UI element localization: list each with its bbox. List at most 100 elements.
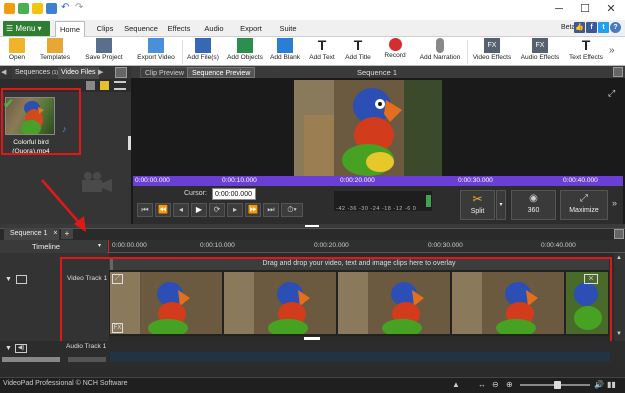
twitter-icon[interactable]: t <box>598 22 609 33</box>
collapse-audio-track-icon[interactable]: ▼ <box>5 345 12 352</box>
step-forward-button[interactable]: ▸ <box>227 203 243 217</box>
add-narration-button[interactable]: Add Narration <box>416 38 464 66</box>
new-folder-icon[interactable] <box>100 81 109 90</box>
tab-clip-preview[interactable]: Clip Preview <box>140 67 189 78</box>
video-preview <box>294 80 442 176</box>
tab-sequence[interactable]: Sequence <box>124 21 158 37</box>
export-video-button[interactable]: Export Video <box>134 38 178 66</box>
tab-audio[interactable]: Audio <box>202 21 226 37</box>
timeline-label: Timeline <box>32 242 61 251</box>
tab-suite[interactable]: Suite <box>277 21 299 37</box>
timeline-tick: 0:00:10.000 <box>200 242 235 249</box>
zoom-in-icon[interactable]: ⊕ <box>506 380 513 389</box>
add-files-button[interactable]: Add File(s) <box>185 38 221 66</box>
go-to-start-button[interactable]: ⏮ <box>137 203 153 217</box>
fit-timeline-icon[interactable]: ↔ <box>478 380 486 389</box>
export-video-icon <box>148 38 164 53</box>
pan-slider[interactable] <box>68 357 106 362</box>
meter-icon[interactable]: ▮▮ <box>607 380 616 389</box>
minimize-button[interactable]: ─ <box>548 2 570 16</box>
delete-icon[interactable] <box>86 81 95 90</box>
toolbar-overflow-icon[interactable]: » <box>609 45 615 56</box>
preview-title: Sequence 1 <box>357 68 398 77</box>
new-icon[interactable] <box>18 3 29 14</box>
split-button[interactable]: ✂ Split <box>460 190 495 220</box>
maximize-button[interactable]: ☐ <box>574 2 596 16</box>
collapse-track-icon[interactable]: ▼ <box>5 276 12 283</box>
bird-frame-image <box>294 80 442 176</box>
save-project-button[interactable]: Save Project <box>82 38 126 66</box>
templates-button[interactable]: Templates <box>36 38 74 66</box>
list-view-icon[interactable] <box>114 81 126 90</box>
360-label: 360 <box>527 207 540 214</box>
add-objects-button[interactable]: Add Objects <box>225 38 265 66</box>
panel-splitter[interactable] <box>128 136 131 150</box>
volume-slider[interactable] <box>2 357 60 362</box>
facebook-icon[interactable]: f <box>586 22 597 33</box>
add-files-icon <box>195 38 211 53</box>
menu-button[interactable]: ☰ Menu ▾ <box>3 21 50 36</box>
undock-icon[interactable] <box>115 67 127 78</box>
split-dropdown-button[interactable]: ▾ <box>496 190 506 220</box>
tab-sequence-preview[interactable]: Sequence Preview <box>187 67 256 78</box>
track-visibility-icon[interactable] <box>16 275 27 284</box>
text-effects-button[interactable]: T Text Effects <box>565 38 607 66</box>
next-frame-button[interactable]: ⏩ <box>245 203 261 217</box>
tab-effects[interactable]: Effects <box>165 21 193 37</box>
record-label: Record <box>384 52 406 59</box>
add-blank-button[interactable]: Add Blank <box>268 38 302 66</box>
close-button[interactable]: ✕ <box>600 2 622 16</box>
speaker-icon[interactable]: ◀) <box>15 344 27 353</box>
open-icon[interactable] <box>32 3 43 14</box>
save-icon[interactable] <box>46 3 57 14</box>
record-button[interactable]: Record <box>380 38 410 66</box>
divider-grip[interactable] <box>305 225 319 227</box>
speed-button[interactable]: ⏱▾ <box>281 203 303 217</box>
add-title-label: Add Title <box>345 54 371 61</box>
zoom-slider[interactable] <box>520 381 590 389</box>
zoom-out-icon[interactable]: ⊖ <box>492 380 499 389</box>
maximize-icon: ⤢ <box>580 193 588 204</box>
scroll-down-icon[interactable]: ▼ <box>616 331 622 337</box>
360-button[interactable]: ◉ 360 <box>511 190 556 220</box>
tab-home[interactable]: Home <box>55 21 85 37</box>
timeline-header[interactable]: Timeline ▾ <box>0 240 107 253</box>
scroll-up-icon[interactable]: ▲ <box>616 255 622 261</box>
help-icon[interactable]: ? <box>610 22 621 33</box>
zoom-handle[interactable] <box>554 381 561 389</box>
play-button[interactable]: ▶ <box>191 203 207 217</box>
undock-preview-icon[interactable] <box>613 67 623 77</box>
preview-timeline-ruler[interactable] <box>133 176 623 186</box>
tab-clips[interactable]: Clips <box>93 21 117 37</box>
redo-icon[interactable]: ↷ <box>75 3 86 14</box>
maximize-button[interactable]: ⤢ Maximize <box>560 190 608 220</box>
audio-effects-label: Audio Effects <box>520 54 560 61</box>
volume-icon[interactable]: 🔊 <box>594 380 604 389</box>
add-text-button[interactable]: T Add Text <box>306 38 338 66</box>
scroll-right-icon[interactable]: ▶ <box>98 67 110 79</box>
tab-sequences[interactable]: Sequences (1) <box>12 67 62 79</box>
fullscreen-icon[interactable]: ⤢ <box>608 88 615 99</box>
undock-timeline-icon[interactable] <box>614 229 624 239</box>
previous-frame-button[interactable]: ⏪ <box>155 203 171 217</box>
tab-video-files[interactable]: Video Files <box>58 67 99 79</box>
video-effects-label: Video Effects <box>472 54 512 61</box>
audio-effects-button[interactable]: FX Audio Effects <box>517 38 563 66</box>
text-fx-icon: T <box>581 37 591 53</box>
more-icon[interactable]: » <box>612 198 617 208</box>
cursor-input[interactable]: 0:00:00.000 <box>212 188 256 200</box>
step-back-button[interactable]: ◂ <box>173 203 189 217</box>
audio-fx-icon: FX <box>532 38 548 53</box>
undo-icon[interactable]: ↶ <box>61 3 72 14</box>
loop-button[interactable]: ⟳ <box>209 203 225 217</box>
timeline-scrollbar[interactable]: ▲ ▼ <box>614 253 625 353</box>
open-button[interactable]: Open <box>4 38 30 66</box>
like-icon[interactable]: 👍 <box>574 22 585 33</box>
scroll-up-icon[interactable]: ▲ <box>452 380 460 389</box>
video-effects-button[interactable]: FX Video Effects <box>469 38 515 66</box>
tab-export[interactable]: Export <box>238 21 264 37</box>
go-to-end-button[interactable]: ⏭ <box>263 203 279 217</box>
record-icon <box>388 38 402 51</box>
add-title-button[interactable]: T Add Title <box>342 38 374 66</box>
timeline-dropdown-icon: ▾ <box>98 243 102 249</box>
